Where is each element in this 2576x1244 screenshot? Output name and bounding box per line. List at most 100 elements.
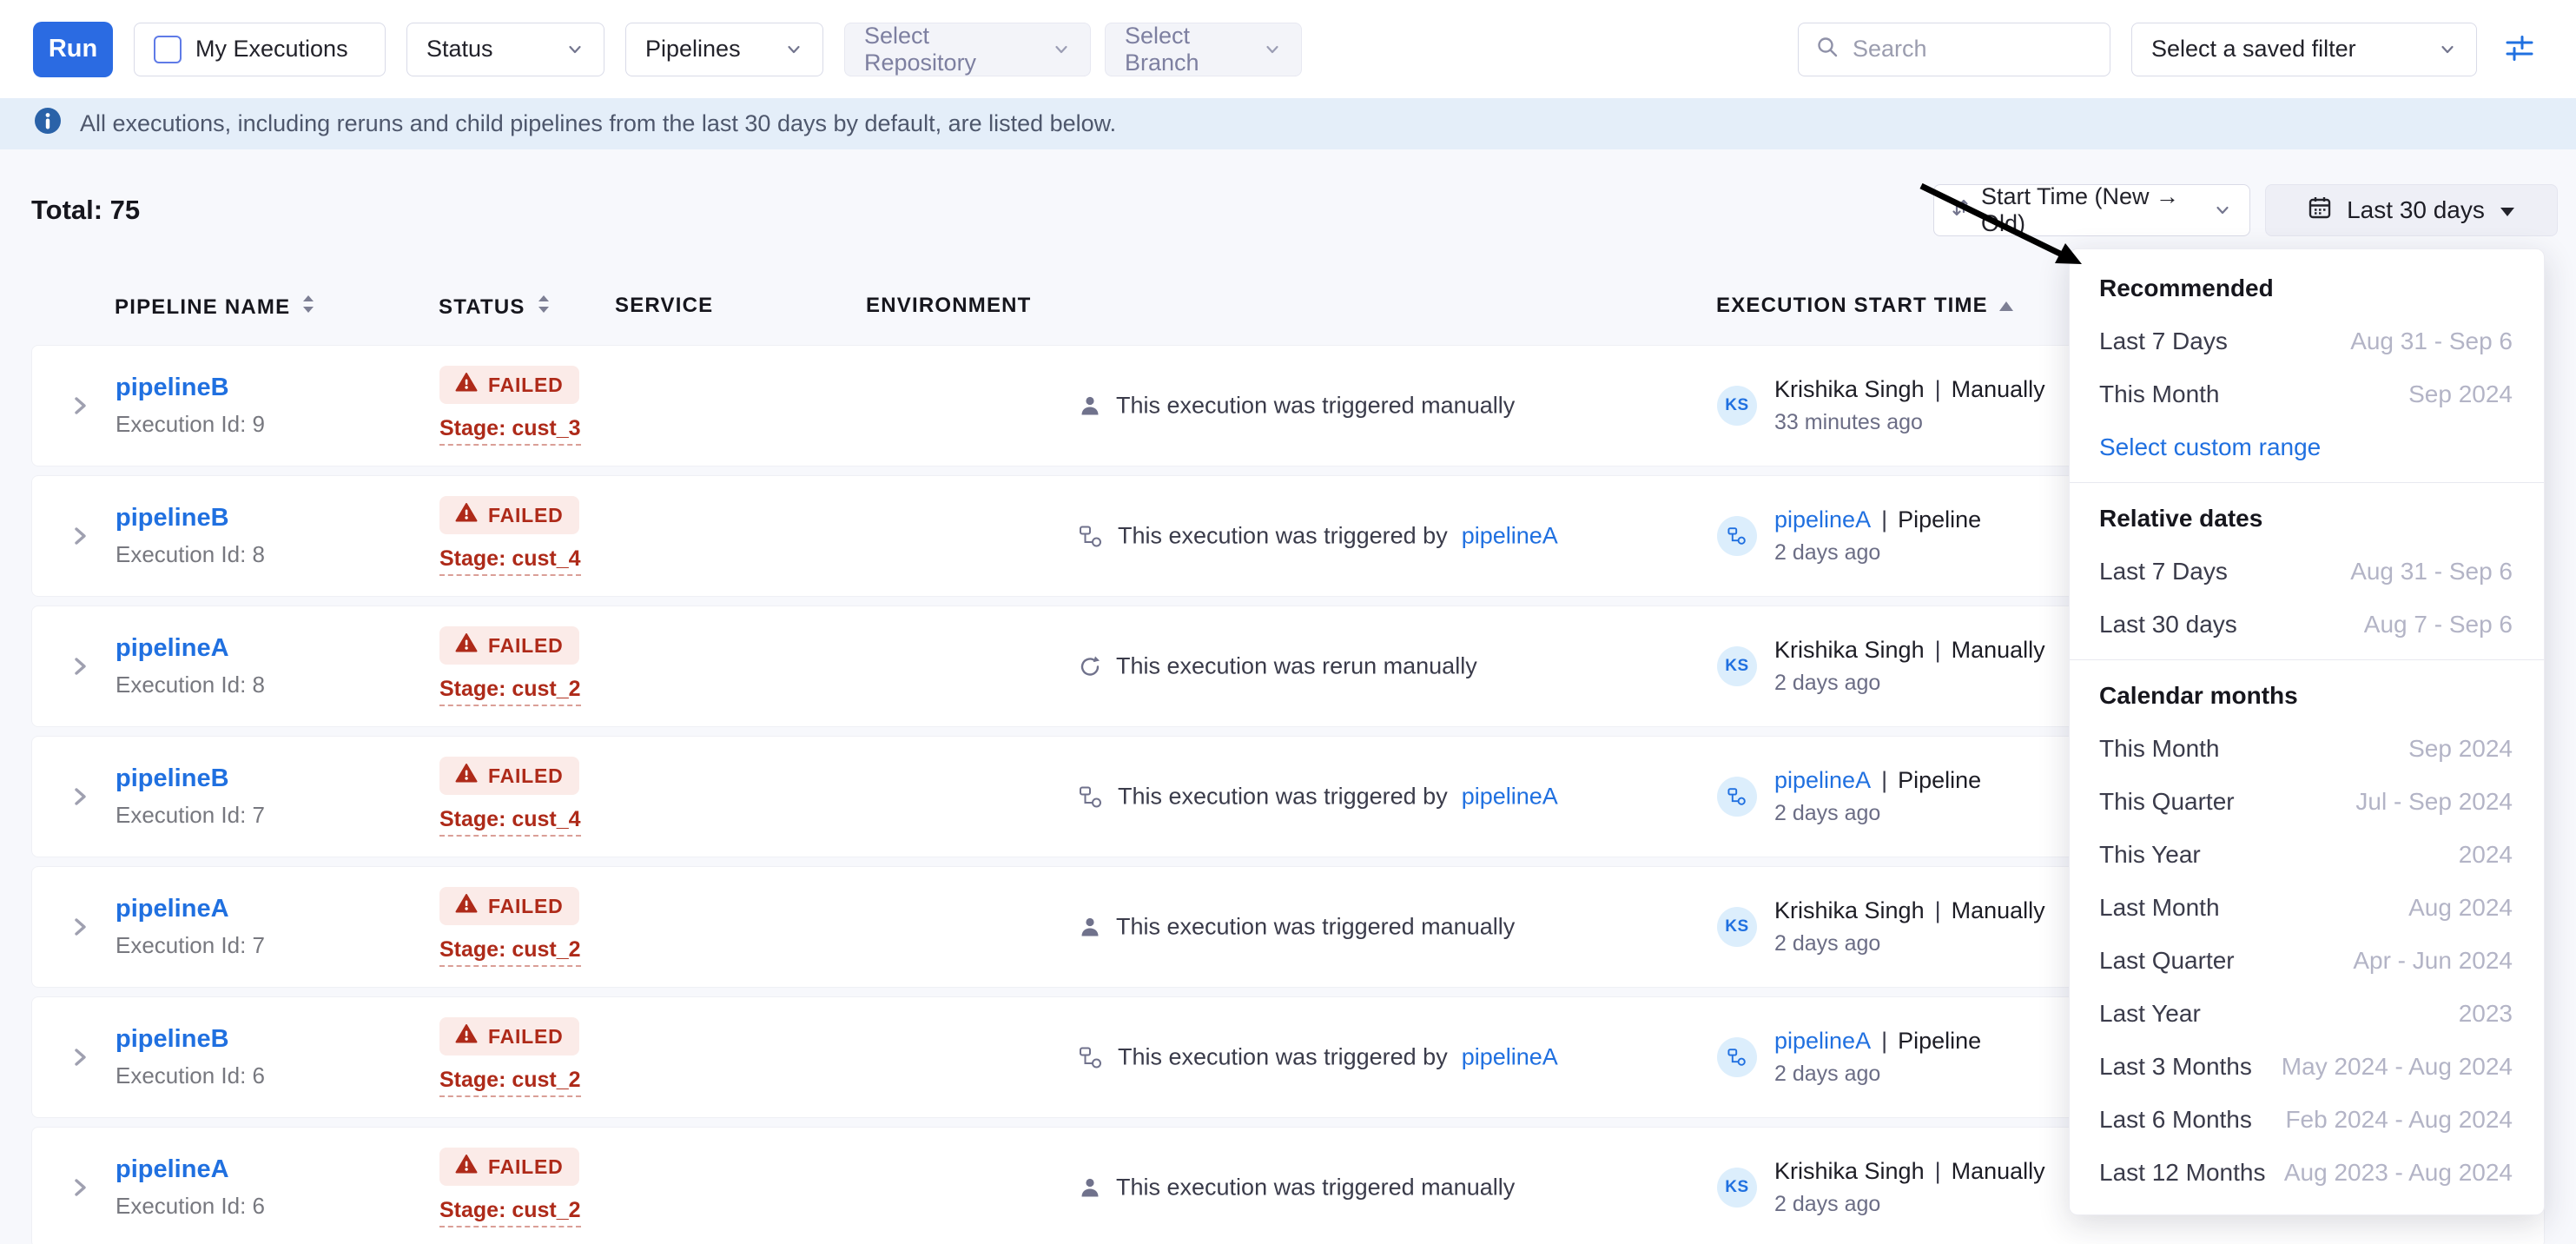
column-header-status[interactable]: STATUS [439,294,552,321]
pipeline-name-link[interactable]: pipelineB [116,1025,229,1053]
date-range-button[interactable]: Last 30 days [2265,184,2558,236]
execution-time-ago: 2 days ago [1774,1192,2045,1217]
date-option[interactable]: Last 6 Months Feb 2024 - Aug 2024 [2070,1093,2544,1146]
date-option[interactable]: Last Year 2023 [2070,987,2544,1040]
pipeline-name-link[interactable]: pipelineA [116,895,229,923]
separator: | [1881,1028,1887,1054]
starter-line: Krishika Singh | Manually [1774,637,2045,664]
separator: | [1935,376,1941,402]
execution-id: Execution Id: 7 [116,802,265,829]
failed-stage-link[interactable]: Stage: cust_2 [439,1198,581,1227]
saved-filter-select[interactable]: Select a saved filter [2131,23,2477,76]
my-executions-toggle[interactable]: My Executions [134,23,386,76]
date-option-range: Aug 2024 [2408,894,2513,922]
starter-name: Krishika Singh [1774,637,1925,663]
select-repository-select[interactable]: Select Repository [844,23,1091,76]
date-option[interactable]: This Quarter Jul - Sep 2024 [2070,775,2544,828]
saved-filter-label: Select a saved filter [2151,36,2356,63]
pipeline-name-link[interactable]: pipelineA [116,1155,229,1183]
date-option[interactable]: This Month Sep 2024 [2070,722,2544,775]
pipeline-name-link[interactable]: pipelineB [116,764,229,792]
search-box[interactable] [1798,23,2110,76]
chevron-down-icon [2438,40,2457,59]
execution-time-ago: 2 days ago [1774,1062,1981,1087]
expand-chevron-icon[interactable] [69,655,91,678]
starter-pipeline-link[interactable]: pipelineA [1774,1028,1871,1054]
date-option[interactable]: This Month Sep 2024 [2070,367,2544,420]
starter-name: Krishika Singh [1774,897,1925,923]
status-badge: FAILED [439,366,579,404]
status-badge: FAILED [439,757,579,795]
expand-chevron-icon[interactable] [69,916,91,938]
search-icon [1814,34,1840,64]
filter-settings-button[interactable] [2498,26,2541,72]
rerun-icon [1078,654,1102,678]
failed-stage-link[interactable]: Stage: cust_2 [439,677,581,706]
info-banner-text: All executions, including reruns and chi… [80,110,1116,137]
status-filter-label: Status [426,36,493,63]
expand-chevron-icon[interactable] [69,1176,91,1199]
status-badge: FAILED [439,496,579,534]
top-toolbar: Run My Executions Status Pipelines Selec… [0,0,2576,98]
starter-pipeline-link[interactable]: pipelineA [1774,506,1871,533]
trigger-pipeline-link[interactable]: pipelineA [1462,523,1558,550]
my-executions-checkbox[interactable] [154,36,182,63]
separator: | [1881,506,1887,533]
expand-chevron-icon[interactable] [69,394,91,417]
failed-stage-link[interactable]: Stage: cust_4 [439,546,581,576]
warning-triangle-icon [455,1154,478,1180]
expand-chevron-icon[interactable] [69,1046,91,1069]
info-icon [33,106,63,142]
failed-stage-link[interactable]: Stage: cust_2 [439,937,581,967]
sort-select[interactable]: Start Time (New → Old) [1933,184,2250,236]
separator: | [1935,637,1941,663]
pipeline-name-link[interactable]: pipelineB [116,504,229,532]
pipeline-name-link[interactable]: pipelineB [116,374,229,401]
run-button[interactable]: Run [33,22,113,77]
pipelines-filter-select[interactable]: Pipelines [625,23,823,76]
expand-chevron-icon[interactable] [69,525,91,547]
date-option[interactable]: Last Quarter Apr - Jun 2024 [2070,934,2544,987]
date-range-menu: Recommended Last 7 Days Aug 31 - Sep 6 T… [2069,248,2545,1215]
select-branch-select[interactable]: Select Branch [1105,23,1302,76]
date-option[interactable]: Last 7 Days Aug 31 - Sep 6 [2070,314,2544,367]
date-option[interactable]: Select custom range [2070,420,2544,473]
date-option[interactable]: This Year 2024 [2070,828,2544,881]
failed-stage-link[interactable]: Stage: cust_3 [439,416,581,446]
date-option[interactable]: Last 7 Days Aug 31 - Sep 6 [2070,545,2544,598]
warning-triangle-icon [455,763,478,789]
date-option[interactable]: Last Month Aug 2024 [2070,881,2544,934]
menu-divider [2070,482,2544,483]
status-label: FAILED [488,634,564,658]
execution-id: Execution Id: 6 [116,1193,265,1220]
trigger-pipeline-icon [1078,784,1104,810]
execution-id: Execution Id: 7 [116,932,265,959]
failed-stage-link[interactable]: Stage: cust_2 [439,1068,581,1097]
search-input[interactable] [1853,36,2094,63]
date-option-range: Aug 7 - Sep 6 [2364,611,2513,639]
failed-stage-link[interactable]: Stage: cust_4 [439,807,581,837]
pipeline-name-link[interactable]: pipelineA [116,634,229,662]
pipeline-avatar-icon [1717,777,1757,817]
column-header-execution-start-time[interactable]: EXECUTION START TIME [1716,294,2014,318]
trigger-type: Manually [1952,637,2045,663]
column-label: SERVICE [615,294,713,318]
column-header-pipeline-name[interactable]: PIPELINE NAME [115,294,316,321]
starter-pipeline-link[interactable]: pipelineA [1774,767,1871,793]
date-option-label: Last Month [2099,894,2220,922]
user-avatar: KS [1717,907,1757,947]
menu-section-heading: Recommended [2070,261,2544,314]
status-badge: FAILED [439,1148,579,1186]
column-header-service: SERVICE [615,294,713,318]
status-filter-select[interactable]: Status [406,23,604,76]
date-option-label: Last 3 Months [2099,1053,2252,1081]
trigger-pipeline-link[interactable]: pipelineA [1462,784,1558,811]
chevron-down-icon [1052,40,1071,59]
date-option[interactable]: Last 30 days Aug 7 - Sep 6 [2070,598,2544,651]
status-label: FAILED [488,764,564,788]
pipeline-avatar-icon [1717,516,1757,556]
trigger-pipeline-link[interactable]: pipelineA [1462,1044,1558,1071]
date-option[interactable]: Last 12 Months Aug 2023 - Aug 2024 [2070,1146,2544,1199]
expand-chevron-icon[interactable] [69,785,91,808]
date-option[interactable]: Last 3 Months May 2024 - Aug 2024 [2070,1040,2544,1093]
